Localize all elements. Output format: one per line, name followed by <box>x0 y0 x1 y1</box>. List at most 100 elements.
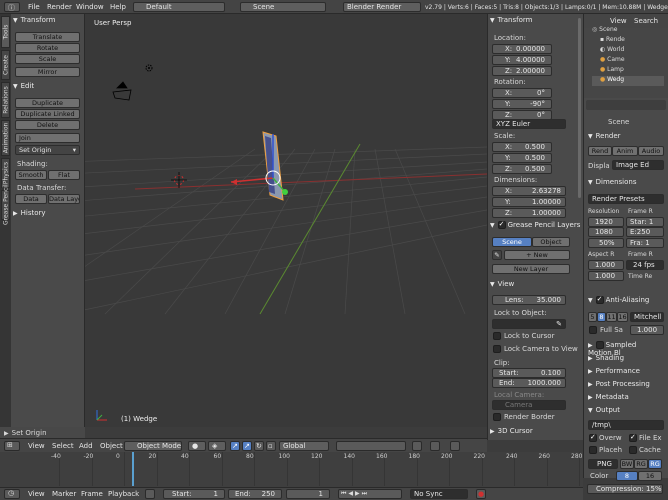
location-y-field[interactable]: Y: 4.00000 <box>492 55 552 65</box>
menu-select[interactable]: Select <box>52 442 74 450</box>
editor-type-icon[interactable]: ⊞ <box>4 441 20 451</box>
aspect-x-field[interactable]: 1.000 <box>588 260 624 270</box>
scene-selector[interactable]: Scene <box>240 2 326 12</box>
dimensions-z-field[interactable]: Z: 1.00000 <box>492 208 566 218</box>
aa-samples-8[interactable]: 8 <box>597 312 606 322</box>
aspect-y-field[interactable]: 1.000 <box>588 271 624 281</box>
translate-button[interactable]: Translate <box>15 32 80 42</box>
placeholders-checkbox[interactable] <box>589 446 597 454</box>
gp-new-button[interactable]: + New <box>504 250 570 260</box>
outliner-item-render[interactable]: ▪ Rende <box>592 36 664 46</box>
render-animation-button[interactable]: Anim <box>612 146 638 156</box>
aa-samples-11[interactable]: 11 <box>606 312 617 322</box>
gp-object-tab[interactable]: Object <box>532 237 570 247</box>
outliner-item-wedge[interactable]: ● Wedg <box>592 76 664 86</box>
display-select[interactable]: Image Ed <box>612 160 664 170</box>
scale-y-field[interactable]: Y: 0.500 <box>492 153 552 163</box>
layer-buttons[interactable] <box>336 441 406 451</box>
local-camera-field[interactable]: Camera <box>492 400 566 410</box>
render-panel-header[interactable]: ▼ Render <box>588 132 658 142</box>
aa-filter-select[interactable]: Mitchell <box>630 312 664 322</box>
grease-pencil-checkbox[interactable] <box>497 220 506 229</box>
rotation-mode-select[interactable]: XYZ Euler <box>492 119 566 129</box>
anti-aliasing-panel-header[interactable]: ▼Anti-Aliasing <box>588 295 658 306</box>
scale-button[interactable]: Scale <box>15 54 80 64</box>
gp-pencil-icon[interactable]: ✎ <box>492 250 502 260</box>
scrollbar[interactable] <box>578 18 581 198</box>
outliner-item-camera[interactable]: ● Came <box>592 56 664 66</box>
editor-type-icon[interactable]: ⓘ <box>4 2 20 12</box>
timeline-frame-menu[interactable]: Frame <box>81 490 103 498</box>
current-frame-field[interactable]: 1 <box>286 489 330 499</box>
location-z-field[interactable]: Z: 2.00000 <box>492 66 552 76</box>
menu-help[interactable]: Help <box>110 3 126 11</box>
file-extensions-checkbox[interactable] <box>629 433 637 442</box>
start-frame-field[interactable]: Start: 1 <box>163 489 225 499</box>
overwrite-checkbox[interactable] <box>589 433 597 442</box>
operator-panel[interactable]: ▶ Set Origin <box>0 427 85 438</box>
location-x-field[interactable]: X: 0.00000 <box>492 44 552 54</box>
viewport-shading-select[interactable]: ● <box>188 441 206 451</box>
record-icon[interactable]: ● <box>476 489 486 499</box>
cache-checkbox[interactable] <box>629 446 637 454</box>
outliner-item-lamp[interactable]: ● Lamp <box>592 66 664 76</box>
mode-selector[interactable]: Object Mode <box>124 441 182 451</box>
lens-field[interactable]: Lens: 35.000 <box>492 295 566 305</box>
layout-selector[interactable]: Default <box>133 2 225 12</box>
mirror-button[interactable]: Mirror <box>15 67 80 77</box>
duplicate-linked-button[interactable]: Duplicate Linked <box>15 109 80 119</box>
tab-grease-pencil[interactable]: Grease Pencil <box>1 184 10 225</box>
menu-file[interactable]: File <box>28 3 40 11</box>
resolution-x-field[interactable]: 1920 <box>588 217 624 227</box>
smooth-button[interactable]: Smooth <box>15 170 47 180</box>
join-button[interactable]: Join <box>15 133 80 143</box>
outliner-search-menu[interactable]: Search <box>634 17 658 25</box>
lamp-object[interactable] <box>145 64 153 72</box>
history-panel-header[interactable]: ▶ History <box>13 209 83 219</box>
timeline-playback-menu[interactable]: Playback <box>108 490 139 498</box>
set-origin-dropdown[interactable]: Set Origin ▾ <box>15 145 80 155</box>
gp-scene-tab[interactable]: Scene <box>492 237 532 247</box>
gp-new-layer-button[interactable]: New Layer <box>492 264 570 274</box>
properties-tabs[interactable] <box>586 100 666 110</box>
transform-panel-header[interactable]: ▼ Transform <box>490 16 560 26</box>
menu-window[interactable]: Window <box>76 3 104 11</box>
pivot-point-select[interactable]: ◈ <box>208 441 226 451</box>
timeline-marker-menu[interactable]: Marker <box>52 490 76 498</box>
frame-step-field[interactable]: Fra: 1 <box>626 238 664 248</box>
aa-samples-16[interactable]: 16 <box>617 312 628 322</box>
translate-manipulator-toggle[interactable]: ↗ <box>242 441 252 451</box>
transform-orientation-select[interactable]: Global <box>279 441 329 451</box>
data-layout-button[interactable]: Data Layo <box>48 194 80 204</box>
snap-icon[interactable] <box>430 441 440 451</box>
render-preview-icon[interactable] <box>450 441 460 451</box>
transform-panel-header[interactable]: ▼ Transform <box>13 16 83 26</box>
scale-x-field[interactable]: X: 0.500 <box>492 142 552 152</box>
tab-relations[interactable]: Relations <box>1 82 10 118</box>
3d-viewport[interactable]: User Persp (1) Wedge <box>85 14 487 427</box>
color-depth-8[interactable]: 8 <box>616 471 638 481</box>
tab-create[interactable]: Create <box>1 50 10 80</box>
metadata-panel-header[interactable]: ▶ Metadata <box>588 393 658 403</box>
sync-mode-select[interactable]: No Sync <box>410 489 468 499</box>
resolution-y-field[interactable]: 1080 <box>588 227 624 237</box>
editor-type-icon[interactable]: ◷ <box>4 489 20 499</box>
post-processing-panel-header[interactable]: ▶ Post Processing <box>588 380 658 390</box>
tab-animation[interactable]: Animation <box>1 120 10 156</box>
edit-panel-header[interactable]: ▼ Edit <box>13 82 83 92</box>
dimensions-y-field[interactable]: Y: 1.00000 <box>492 197 566 207</box>
outliner-view-menu[interactable]: View <box>610 17 627 25</box>
tab-tools[interactable]: Tools <box>1 16 10 48</box>
dimensions-panel-header[interactable]: ▼ Dimensions <box>588 178 658 188</box>
menu-view[interactable]: View <box>28 442 45 450</box>
color-mode-rgb[interactable]: RG <box>634 459 648 469</box>
scale-z-field[interactable]: Z: 0.500 <box>492 164 552 174</box>
grease-pencil-panel-header[interactable]: ▼Grease Pencil Layers <box>490 220 582 231</box>
shading-panel-header[interactable]: ▶ Shading <box>588 354 658 364</box>
delete-button[interactable]: Delete <box>15 120 80 130</box>
lock-to-cursor-checkbox[interactable] <box>493 332 501 340</box>
data-button[interactable]: Data <box>15 194 47 204</box>
view-panel-header[interactable]: ▼ View <box>490 280 560 290</box>
dimensions-x-field[interactable]: X: 2.63278 <box>492 186 566 196</box>
render-engine-select[interactable]: Blender Render <box>343 2 421 12</box>
